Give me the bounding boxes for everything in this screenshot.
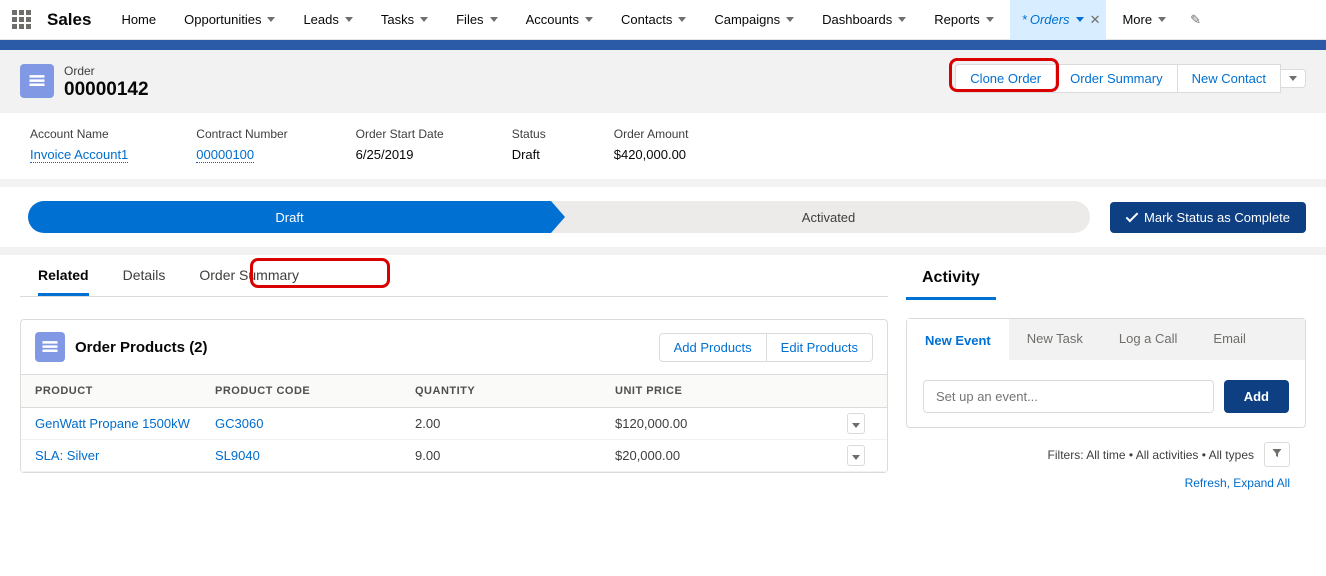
divider-strip — [0, 179, 1326, 187]
table-header: PRODUCT PRODUCT CODE QUANTITY UNIT PRICE — [21, 374, 887, 408]
chevron-down-icon[interactable] — [986, 17, 994, 22]
clone-order-button[interactable]: Clone Order — [955, 64, 1056, 93]
row-actions-button[interactable] — [847, 445, 865, 466]
highlight-fields: Account Name Invoice Account1 Contract N… — [0, 113, 1326, 179]
record-title: 00000142 — [64, 79, 149, 101]
order-summary-button[interactable]: Order Summary — [1056, 64, 1177, 93]
product-code-link[interactable]: GC3060 — [215, 416, 263, 431]
table-row: GenWatt Propane 1500kW GC3060 2.00 $120,… — [21, 408, 887, 440]
nav-leads[interactable]: Leads — [291, 0, 364, 40]
nav-files[interactable]: Files — [444, 0, 509, 40]
record-tabs: Related Details Order Summary — [20, 255, 888, 297]
app-name: Sales — [47, 10, 91, 30]
tab-email[interactable]: Email — [1195, 319, 1264, 360]
path-row: Draft Activated Mark Status as Complete — [0, 187, 1326, 247]
activity-panel: Activity New Event New Task Log a Call E… — [906, 255, 1306, 490]
status-path: Draft Activated — [28, 201, 1090, 233]
order-products-card: Order Products (2) Add Products Edit Pro… — [20, 319, 888, 473]
row-actions-button[interactable] — [847, 413, 865, 434]
chevron-down-icon — [1289, 76, 1297, 81]
nav-home[interactable]: Home — [109, 0, 168, 40]
nav-dashboards[interactable]: Dashboards — [810, 0, 918, 40]
chevron-down-icon[interactable] — [1076, 17, 1084, 22]
chevron-down-icon[interactable] — [267, 17, 275, 22]
tab-log-call[interactable]: Log a Call — [1101, 319, 1196, 360]
nav-contacts[interactable]: Contacts — [609, 0, 698, 40]
divider-strip — [0, 247, 1326, 255]
chevron-down-icon[interactable] — [490, 17, 498, 22]
app-launcher-icon[interactable] — [12, 10, 31, 29]
nav-more[interactable]: More — [1110, 0, 1178, 40]
product-link[interactable]: SLA: Silver — [35, 448, 99, 463]
chevron-down-icon[interactable] — [898, 17, 906, 22]
top-nav: Sales Home Opportunities Leads Tasks Fil… — [0, 0, 1326, 40]
tab-related[interactable]: Related — [38, 267, 89, 296]
table-row: SLA: Silver SL9040 9.00 $20,000.00 — [21, 440, 887, 472]
nav-reports[interactable]: Reports — [922, 0, 1006, 40]
nav-tasks[interactable]: Tasks — [369, 0, 440, 40]
order-products-icon — [35, 332, 65, 362]
activity-title: Activity — [906, 255, 996, 300]
nav-accounts[interactable]: Accounts — [514, 0, 605, 40]
field-contract: Contract Number 00000100 — [196, 127, 287, 163]
chevron-down-icon[interactable] — [678, 17, 686, 22]
chevron-down-icon — [852, 423, 860, 428]
activity-tabs: New Event New Task Log a Call Email — [907, 319, 1305, 360]
add-event-button[interactable]: Add — [1224, 380, 1289, 413]
tab-new-event[interactable]: New Event — [907, 319, 1009, 360]
chevron-down-icon[interactable] — [1158, 17, 1166, 22]
card-title: Order Products (2) — [75, 339, 208, 356]
account-link[interactable]: Invoice Account1 — [30, 147, 128, 163]
chevron-down-icon[interactable] — [420, 17, 428, 22]
mark-status-complete-button[interactable]: Mark Status as Complete — [1110, 202, 1306, 233]
nav-opportunities[interactable]: Opportunities — [172, 0, 287, 40]
object-label: Order — [64, 64, 149, 78]
path-stage-draft[interactable]: Draft — [28, 201, 551, 233]
close-icon[interactable]: ✕ — [1090, 12, 1101, 28]
tab-new-task[interactable]: New Task — [1009, 319, 1101, 360]
field-amount: Order Amount $420,000.00 — [614, 127, 689, 163]
path-stage-activated[interactable]: Activated — [551, 201, 1090, 233]
pencil-icon[interactable]: ✎ — [1190, 12, 1201, 28]
chevron-down-icon — [852, 455, 860, 460]
record-header: Order 00000142 Clone Order Order Summary… — [0, 50, 1326, 113]
add-products-button[interactable]: Add Products — [659, 333, 767, 362]
event-input[interactable] — [923, 380, 1214, 413]
tab-order-summary[interactable]: Order Summary — [199, 267, 299, 296]
new-contact-button[interactable]: New Contact — [1178, 64, 1281, 93]
check-icon — [1126, 209, 1139, 222]
nav-orders[interactable]: *Orders✕ — [1010, 0, 1107, 40]
refresh-expand-link[interactable]: Refresh, Expand All — [1185, 476, 1306, 490]
nav-campaigns[interactable]: Campaigns — [702, 0, 806, 40]
chevron-down-icon[interactable] — [786, 17, 794, 22]
filter-icon[interactable] — [1264, 442, 1290, 467]
chevron-down-icon[interactable] — [585, 17, 593, 22]
more-actions-button[interactable] — [1281, 69, 1306, 88]
order-icon — [20, 64, 54, 98]
field-start-date: Order Start Date 6/25/2019 — [356, 127, 444, 163]
product-code-link[interactable]: SL9040 — [215, 448, 260, 463]
filter-text: Filters: All time • All activities • All… — [1048, 448, 1254, 462]
header-actions: Clone Order Order Summary New Contact — [955, 64, 1306, 93]
tab-details[interactable]: Details — [123, 267, 166, 296]
contract-link[interactable]: 00000100 — [196, 147, 254, 163]
product-link[interactable]: GenWatt Propane 1500kW — [35, 416, 190, 431]
header-band — [0, 40, 1326, 50]
chevron-down-icon[interactable] — [345, 17, 353, 22]
edit-products-button[interactable]: Edit Products — [767, 333, 873, 362]
field-account: Account Name Invoice Account1 — [30, 127, 128, 163]
field-status: Status Draft — [512, 127, 546, 163]
